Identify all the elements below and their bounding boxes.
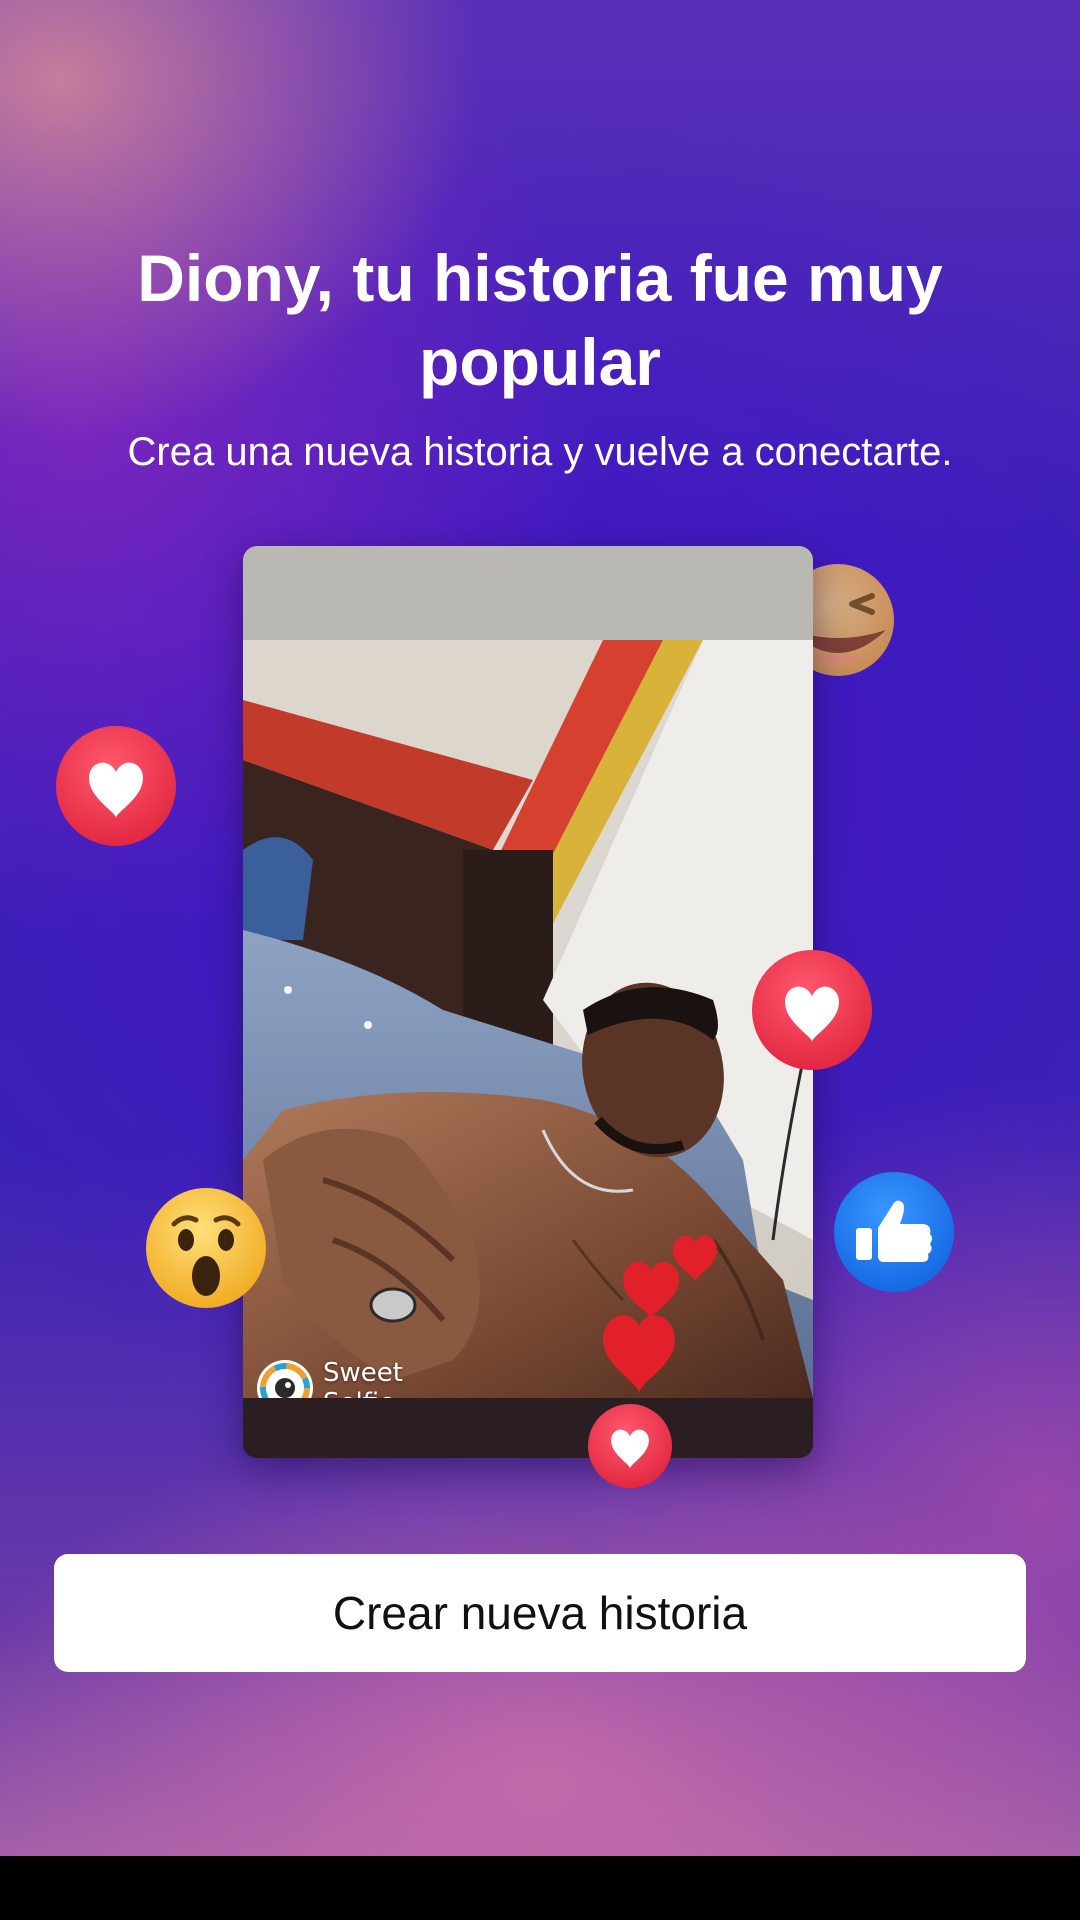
wow-emoji-icon xyxy=(146,1188,266,1308)
story-preview-card[interactable]: Sweet Selfie xyxy=(243,546,813,1458)
story-bottom-band xyxy=(243,1398,813,1458)
story-top-band xyxy=(243,546,813,640)
system-navigation-bar xyxy=(0,1856,1080,1920)
story-photo xyxy=(243,640,813,1398)
page-subtitle: Crea una nueva historia y vuelve a conec… xyxy=(127,430,953,474)
heart-icon xyxy=(56,726,176,846)
heart-icon xyxy=(588,1404,672,1488)
story-popular-screen: Diony, tu historia fue muy popular Crea … xyxy=(0,0,1080,1920)
like-icon xyxy=(834,1172,954,1292)
page-title: Diony, tu historia fue muy popular xyxy=(137,241,943,399)
create-new-story-button[interactable]: Crear nueva historia xyxy=(54,1554,1026,1672)
heart-icon xyxy=(752,950,872,1070)
